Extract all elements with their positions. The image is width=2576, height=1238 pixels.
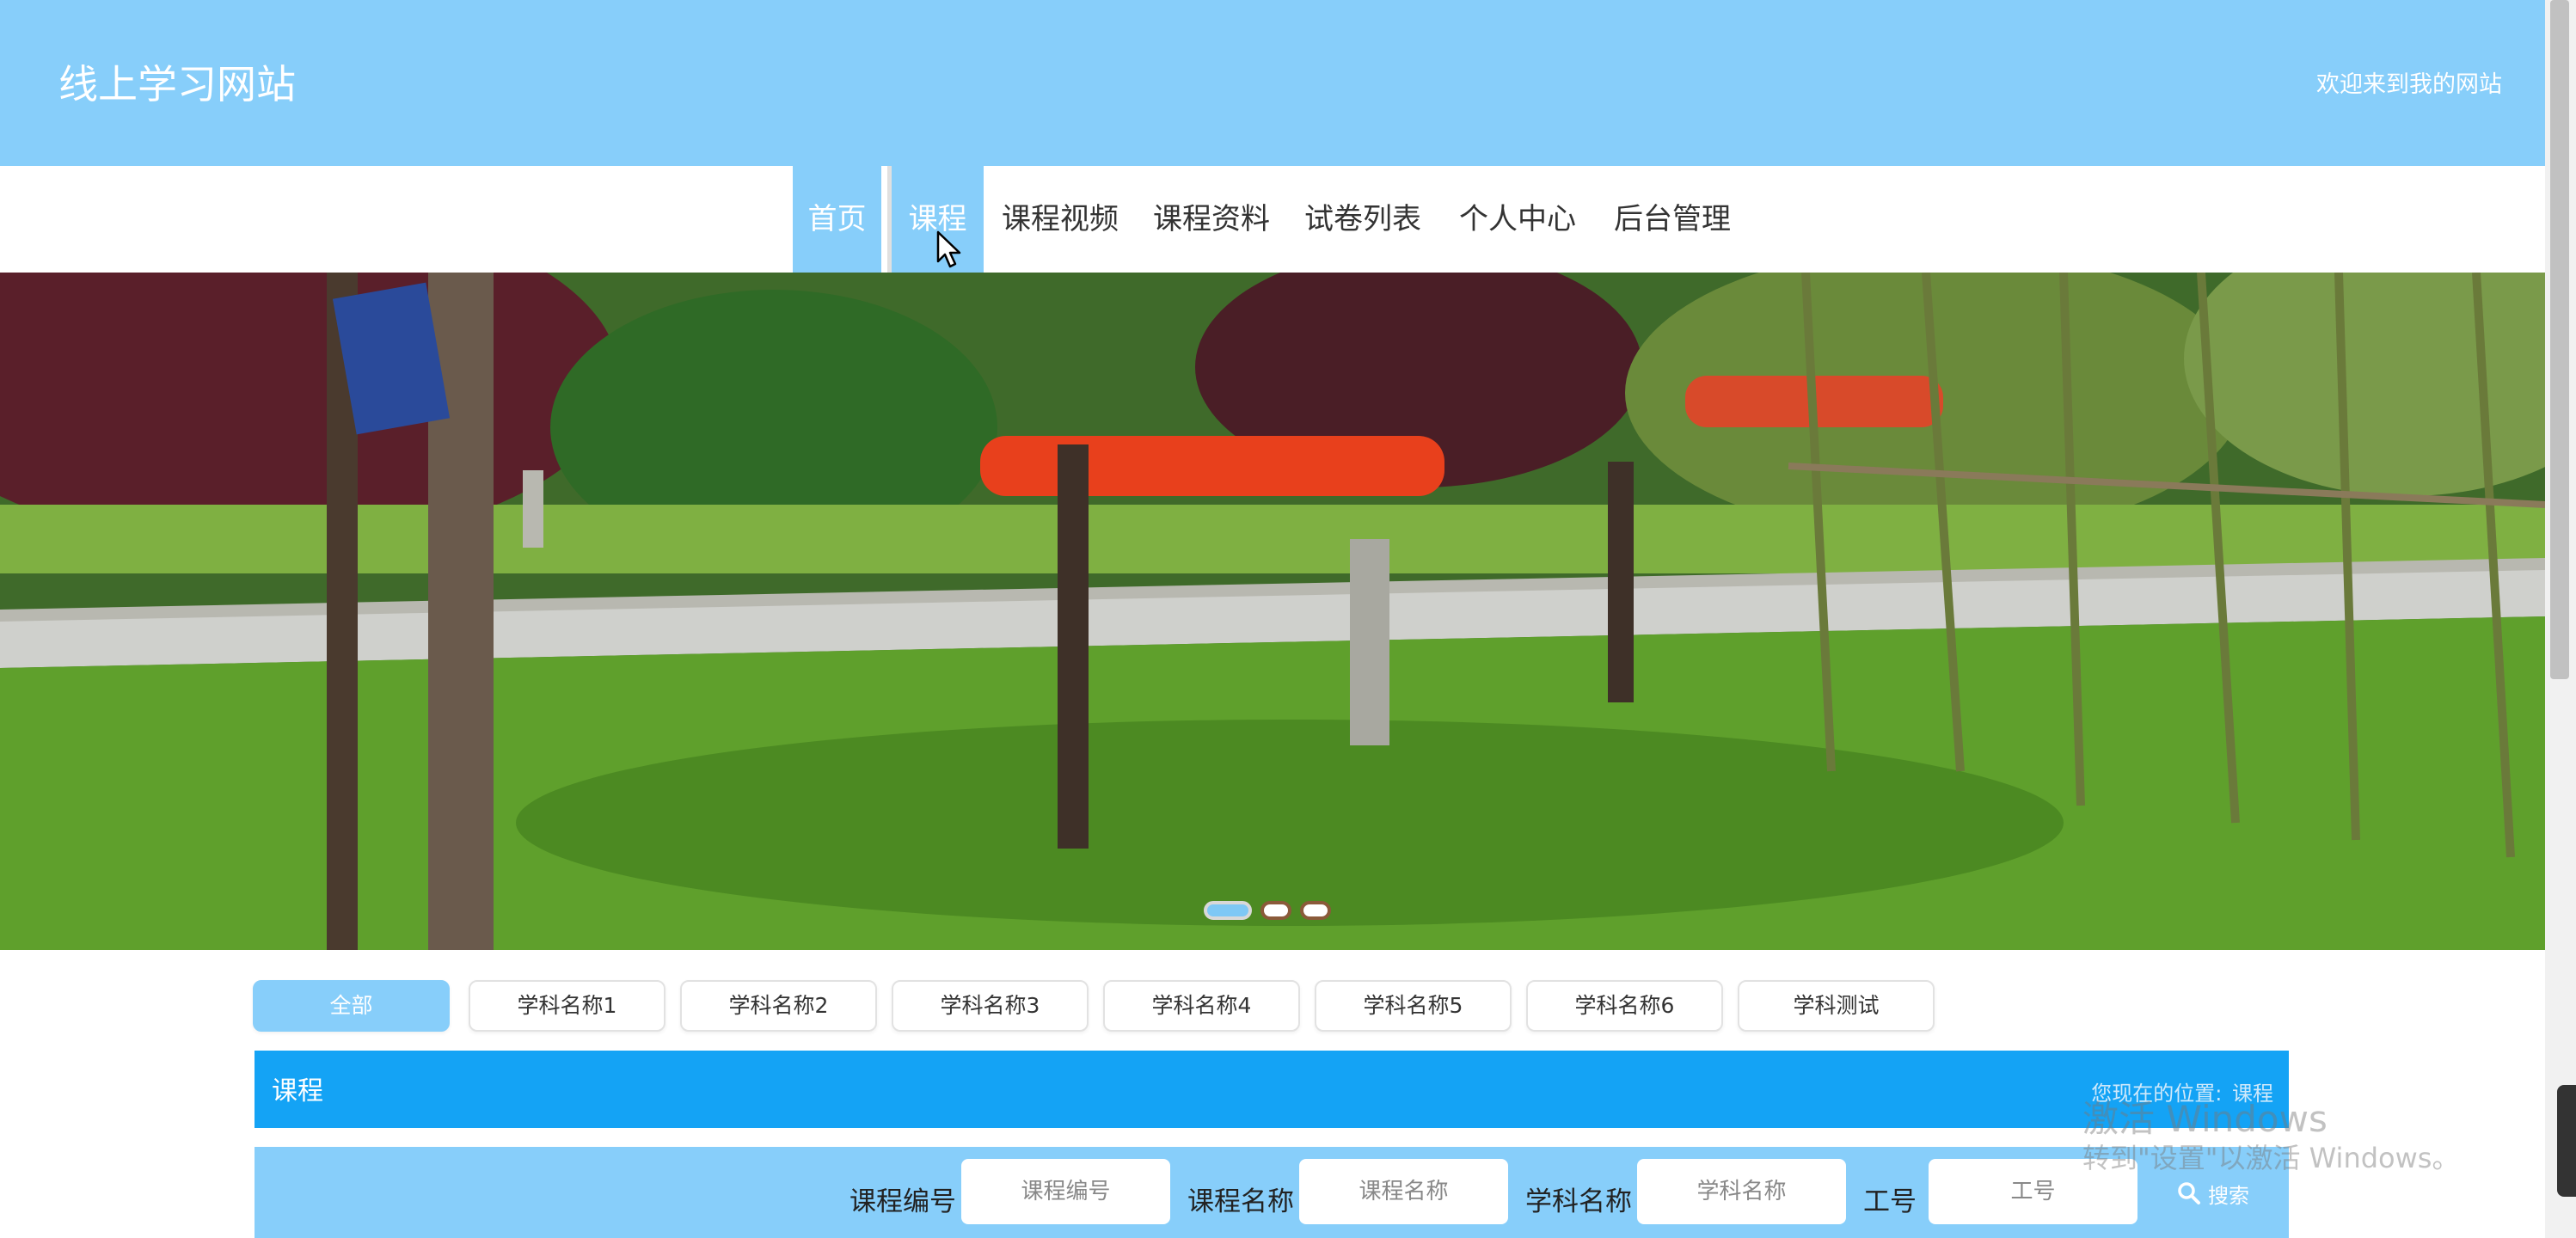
nav-item-course-material[interactable]: 课程资料 xyxy=(1147,166,1276,273)
category-chip-1[interactable]: 学科名称1 xyxy=(469,980,665,1032)
search-icon xyxy=(2178,1182,2200,1204)
course-name-input[interactable] xyxy=(1299,1159,1508,1224)
banner-image xyxy=(0,273,2545,950)
search-button-label: 搜索 xyxy=(2208,1183,2249,1208)
course-id-input[interactable] xyxy=(961,1159,1170,1224)
search-button[interactable]: 搜索 xyxy=(2177,1176,2249,1210)
category-chip-test[interactable]: 学科测试 xyxy=(1738,980,1935,1032)
staff-id-label: 工号 xyxy=(1863,1186,1917,1217)
category-chip-4[interactable]: 学科名称4 xyxy=(1103,980,1300,1032)
section-header: 课程 您现在的位置: 课程 xyxy=(255,1051,2289,1128)
side-floating-widget[interactable] xyxy=(2557,1085,2576,1197)
carousel-dot-3[interactable] xyxy=(1300,901,1331,920)
search-panel: 课程编号 课程名称 学科名称 工号 搜索 xyxy=(255,1147,2289,1238)
category-chip-3[interactable]: 学科名称3 xyxy=(892,980,1089,1032)
nav-item-exam-list[interactable]: 试卷列表 xyxy=(1298,166,1427,273)
nav-item-personal-center[interactable]: 个人中心 xyxy=(1453,166,1582,273)
mouse-cursor-icon xyxy=(936,230,961,268)
site-title[interactable]: 线上学习网站 xyxy=(58,53,296,110)
carousel-dot-1[interactable] xyxy=(1204,901,1252,920)
course-id-label: 课程编号 xyxy=(849,1186,956,1217)
welcome-text: 欢迎来到我的网站 xyxy=(2316,71,2502,98)
category-chip-5[interactable]: 学科名称5 xyxy=(1315,980,1512,1032)
category-chip-2[interactable]: 学科名称2 xyxy=(680,980,877,1032)
nav-item-course-video[interactable]: 课程视频 xyxy=(996,166,1125,273)
category-chip-all[interactable]: 全部 xyxy=(253,980,450,1032)
windows-activation-watermark-title: 激活 Windows xyxy=(2082,1098,2328,1140)
windows-activation-watermark-text: 转到"设置"以激活 Windows。 xyxy=(2082,1142,2460,1174)
site-header: 线上学习网站 欢迎来到我的网站 xyxy=(0,0,2545,166)
section-title: 课程 xyxy=(272,1076,323,1106)
carousel-indicators xyxy=(1204,901,1341,925)
nav-item-home[interactable]: 首页 xyxy=(793,166,881,273)
scrollbar-thumb[interactable] xyxy=(2550,0,2569,679)
main-nav: 首页 课程 课程视频 课程资料 试卷列表 个人中心 后台管理 xyxy=(0,166,2545,273)
carousel-dot-2[interactable] xyxy=(1260,901,1291,920)
banner-carousel[interactable] xyxy=(0,273,2545,950)
subject-name-label: 学科名称 xyxy=(1525,1186,1632,1217)
category-chip-6[interactable]: 学科名称6 xyxy=(1526,980,1723,1032)
course-name-label: 课程名称 xyxy=(1187,1186,1294,1217)
subject-name-input[interactable] xyxy=(1637,1159,1846,1224)
nav-item-admin[interactable]: 后台管理 xyxy=(1608,166,1737,273)
